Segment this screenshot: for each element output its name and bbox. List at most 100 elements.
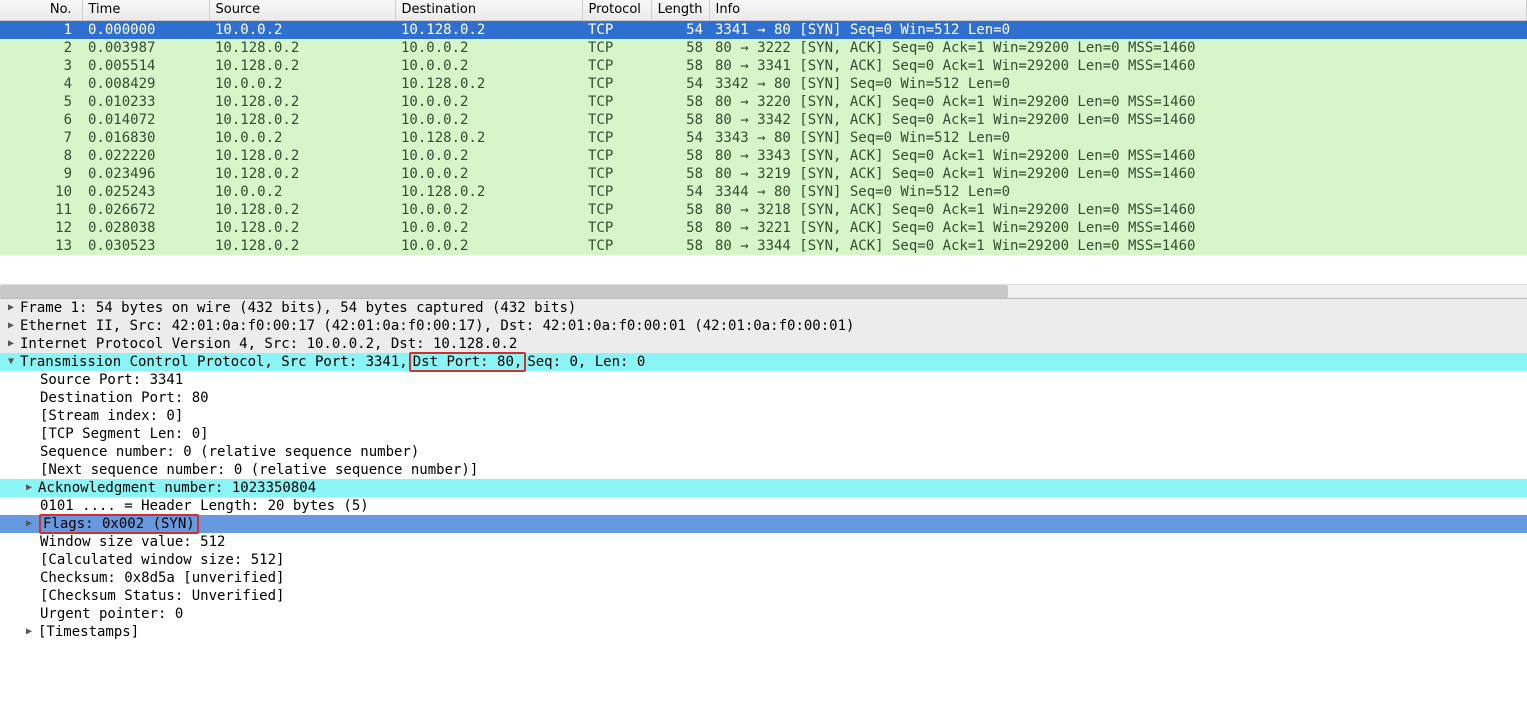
cell-source: 10.128.0.2	[209, 237, 395, 255]
scrollbar-thumb[interactable]	[0, 285, 1008, 298]
cell-destination: 10.128.0.2	[395, 20, 582, 39]
cell-info: 80 → 3221 [SYN, ACK] Seq=0 Ack=1 Win=292…	[709, 219, 1527, 237]
detail-frame[interactable]: Frame 1: 54 bytes on wire (432 bits), 54…	[0, 299, 1527, 317]
detail-timestamps[interactable]: [Timestamps]	[0, 623, 1527, 641]
detail-segment-len[interactable]: [TCP Segment Len: 0]	[0, 425, 1527, 443]
cell-length: 54	[651, 20, 709, 39]
chevron-right-icon[interactable]	[22, 481, 36, 495]
col-header-no[interactable]: No.	[0, 0, 82, 20]
chevron-right-icon[interactable]	[4, 319, 18, 333]
packet-row[interactable]: 130.03052310.128.0.210.0.0.2TCP5880 → 33…	[0, 237, 1527, 255]
col-header-protocol[interactable]: Protocol	[582, 0, 651, 20]
cell-destination: 10.0.0.2	[395, 165, 582, 183]
detail-checksum[interactable]: Checksum: 0x8d5a [unverified]	[0, 569, 1527, 587]
col-header-source[interactable]: Source	[209, 0, 395, 20]
cell-info: 80 → 3222 [SYN, ACK] Seq=0 Ack=1 Win=292…	[709, 39, 1527, 57]
cell-source: 10.128.0.2	[209, 111, 395, 129]
cell-time: 0.025243	[82, 183, 209, 201]
cell-info: 80 → 3344 [SYN, ACK] Seq=0 Ack=1 Win=292…	[709, 237, 1527, 255]
detail-flags[interactable]: Flags: 0x002 (SYN)	[0, 515, 1527, 533]
detail-urgent[interactable]: Urgent pointer: 0	[0, 605, 1527, 623]
cell-source: 10.128.0.2	[209, 39, 395, 57]
packet-row[interactable]: 120.02803810.128.0.210.0.0.2TCP5880 → 32…	[0, 219, 1527, 237]
col-header-destination[interactable]: Destination	[395, 0, 582, 20]
detail-window-size[interactable]: Window size value: 512	[0, 533, 1527, 551]
col-header-length[interactable]: Length	[651, 0, 709, 20]
cell-source: 10.128.0.2	[209, 201, 395, 219]
packet-details-pane[interactable]: Frame 1: 54 bytes on wire (432 bits), 54…	[0, 299, 1527, 726]
detail-calc-window[interactable]: [Calculated window size: 512]	[0, 551, 1527, 569]
detail-seq[interactable]: Sequence number: 0 (relative sequence nu…	[0, 443, 1527, 461]
cell-protocol: TCP	[582, 183, 651, 201]
cell-protocol: TCP	[582, 201, 651, 219]
cell-protocol: TCP	[582, 111, 651, 129]
cell-protocol: TCP	[582, 237, 651, 255]
detail-ip[interactable]: Internet Protocol Version 4, Src: 10.0.0…	[0, 335, 1527, 353]
chevron-right-icon[interactable]	[4, 301, 18, 315]
horizontal-scrollbar[interactable]	[0, 284, 1527, 298]
cell-time: 0.003987	[82, 39, 209, 57]
packet-row[interactable]: 110.02667210.128.0.210.0.0.2TCP5880 → 32…	[0, 201, 1527, 219]
chevron-right-icon[interactable]	[22, 517, 36, 531]
cell-destination: 10.128.0.2	[395, 183, 582, 201]
cell-length: 54	[651, 75, 709, 93]
detail-checksum-status[interactable]: [Checksum Status: Unverified]	[0, 587, 1527, 605]
packet-row[interactable]: 90.02349610.128.0.210.0.0.2TCP5880 → 321…	[0, 165, 1527, 183]
cell-time: 0.008429	[82, 75, 209, 93]
cell-info: 80 → 3343 [SYN, ACK] Seq=0 Ack=1 Win=292…	[709, 147, 1527, 165]
detail-ethernet[interactable]: Ethernet II, Src: 42:01:0a:f0:00:17 (42:…	[0, 317, 1527, 335]
cell-info: 3344 → 80 [SYN] Seq=0 Win=512 Len=0	[709, 183, 1527, 201]
packet-row[interactable]: 30.00551410.128.0.210.0.0.2TCP5880 → 334…	[0, 57, 1527, 75]
packet-row[interactable]: 50.01023310.128.0.210.0.0.2TCP5880 → 322…	[0, 93, 1527, 111]
cell-time: 0.023496	[82, 165, 209, 183]
cell-length: 58	[651, 237, 709, 255]
packet-row[interactable]: 40.00842910.0.0.210.128.0.2TCP543342 → 8…	[0, 75, 1527, 93]
packet-header-row[interactable]: No. Time Source Destination Protocol Len…	[0, 0, 1527, 20]
detail-stream-index[interactable]: [Stream index: 0]	[0, 407, 1527, 425]
cell-length: 58	[651, 93, 709, 111]
detail-frame-label: Frame 1: 54 bytes on wire (432 bits), 54…	[20, 299, 576, 317]
packet-list-pane[interactable]: No. Time Source Destination Protocol Len…	[0, 0, 1527, 299]
cell-no: 9	[0, 165, 82, 183]
packet-row[interactable]: 20.00398710.128.0.210.0.0.2TCP5880 → 322…	[0, 39, 1527, 57]
cell-no: 13	[0, 237, 82, 255]
chevron-right-icon[interactable]	[4, 337, 18, 351]
cell-protocol: TCP	[582, 57, 651, 75]
detail-dst-port[interactable]: Destination Port: 80	[0, 389, 1527, 407]
chevron-down-icon[interactable]	[4, 355, 18, 369]
cell-no: 2	[0, 39, 82, 57]
detail-ack[interactable]: Acknowledgment number: 1023350804	[0, 479, 1527, 497]
cell-info: 80 → 3218 [SYN, ACK] Seq=0 Ack=1 Win=292…	[709, 201, 1527, 219]
cell-protocol: TCP	[582, 75, 651, 93]
col-header-time[interactable]: Time	[82, 0, 209, 20]
cell-no: 8	[0, 147, 82, 165]
cell-source: 10.0.0.2	[209, 129, 395, 147]
packet-row[interactable]: 100.02524310.0.0.210.128.0.2TCP543344 → …	[0, 183, 1527, 201]
cell-info: 3341 → 80 [SYN] Seq=0 Win=512 Len=0	[709, 20, 1527, 39]
cell-time: 0.014072	[82, 111, 209, 129]
detail-src-port[interactable]: Source Port: 3341	[0, 371, 1527, 389]
cell-length: 58	[651, 165, 709, 183]
packet-row[interactable]: 80.02222010.128.0.210.0.0.2TCP5880 → 334…	[0, 147, 1527, 165]
detail-tcp-pre: Transmission Control Protocol, Src Port:…	[20, 353, 408, 371]
cell-protocol: TCP	[582, 93, 651, 111]
chevron-right-icon[interactable]	[22, 625, 36, 639]
cell-no: 11	[0, 201, 82, 219]
cell-length: 58	[651, 111, 709, 129]
cell-time: 0.026672	[82, 201, 209, 219]
cell-destination: 10.0.0.2	[395, 219, 582, 237]
cell-no: 10	[0, 183, 82, 201]
cell-destination: 10.0.0.2	[395, 237, 582, 255]
packet-row[interactable]: 70.01683010.0.0.210.128.0.2TCP543343 → 8…	[0, 129, 1527, 147]
detail-next-seq[interactable]: [Next sequence number: 0 (relative seque…	[0, 461, 1527, 479]
cell-protocol: TCP	[582, 129, 651, 147]
packet-row[interactable]: 60.01407210.128.0.210.0.0.2TCP5880 → 334…	[0, 111, 1527, 129]
detail-header-len[interactable]: 0101 .... = Header Length: 20 bytes (5)	[0, 497, 1527, 515]
cell-source: 10.128.0.2	[209, 57, 395, 75]
cell-length: 58	[651, 57, 709, 75]
detail-tcp[interactable]: Transmission Control Protocol, Src Port:…	[0, 353, 1527, 371]
cell-destination: 10.0.0.2	[395, 93, 582, 111]
cell-time: 0.010233	[82, 93, 209, 111]
col-header-info[interactable]: Info	[709, 0, 1527, 20]
packet-row[interactable]: 10.00000010.0.0.210.128.0.2TCP543341 → 8…	[0, 20, 1527, 39]
